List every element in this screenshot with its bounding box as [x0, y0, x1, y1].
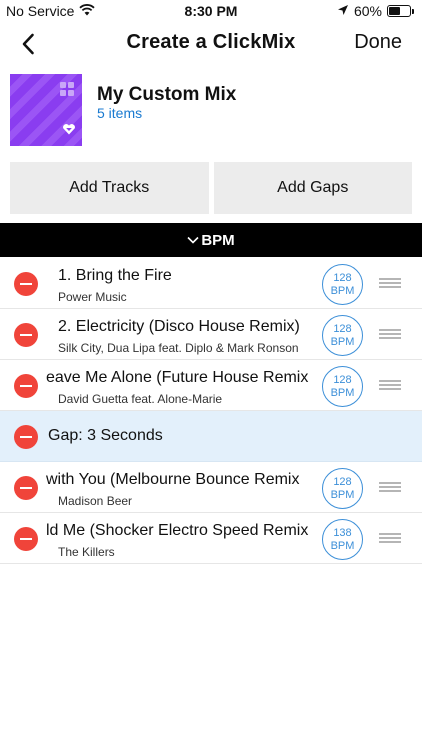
bpm-badge[interactable]: 128 BPM	[322, 264, 363, 305]
drag-handle-icon[interactable]	[379, 482, 401, 492]
bpm-badge[interactable]: 138 BPM	[322, 519, 363, 560]
mix-artwork[interactable]	[10, 74, 82, 146]
bpm-value: 128	[333, 475, 352, 488]
remove-button[interactable]	[14, 425, 38, 449]
track-title: 1. Bring the Fire	[58, 267, 172, 284]
bpm-sort-bar[interactable]: BPM	[0, 223, 422, 257]
drag-handle-icon[interactable]	[379, 329, 401, 339]
remove-button[interactable]	[14, 374, 38, 398]
track-title: ld Me (Shocker Electro Speed Remix	[46, 522, 309, 539]
mix-header: My Custom Mix 5 items	[10, 74, 410, 150]
chevron-down-icon	[187, 236, 199, 244]
bpm-badge[interactable]: 128 BPM	[322, 468, 363, 509]
nav-bar: Create a ClickMix Done	[0, 22, 422, 64]
track-artist: Madison Beer	[58, 494, 133, 508]
drag-handle-icon[interactable]	[379, 278, 401, 288]
track-row[interactable]: ld Me (Shocker Electro Speed Remix The K…	[0, 513, 422, 564]
battery-percent: 60%	[353, 3, 382, 19]
track-title: eave Me Alone (Future House Remix	[46, 369, 309, 386]
remove-button[interactable]	[14, 527, 38, 551]
location-arrow-icon	[337, 3, 349, 19]
track-list: 1. Bring the Fire Power Music 128 BPM 2.…	[0, 258, 422, 564]
remove-button[interactable]	[14, 476, 38, 500]
heart-logo-icon	[62, 122, 76, 140]
drag-handle-icon[interactable]	[379, 533, 401, 543]
track-artist: David Guetta feat. Alone-Marie	[58, 392, 223, 406]
gap-label: Gap: 3 Seconds	[48, 427, 163, 444]
remove-button[interactable]	[14, 272, 38, 296]
bpm-badge[interactable]: 128 BPM	[322, 315, 363, 356]
track-title: 2. Electricity (Disco House Remix)	[58, 318, 300, 335]
bpm-value: 138	[333, 526, 352, 539]
drag-handle-icon[interactable]	[379, 380, 401, 390]
track-row[interactable]: 1. Bring the Fire Power Music 128 BPM	[0, 258, 422, 309]
bpm-unit: BPM	[330, 539, 355, 552]
mix-item-count: 5 items	[97, 105, 143, 121]
battery-icon	[387, 5, 411, 17]
track-row[interactable]: with You (Melbourne Bounce Remix Madison…	[0, 462, 422, 513]
status-right: 60%	[337, 3, 414, 19]
done-button[interactable]: Done	[354, 31, 402, 54]
mix-name[interactable]: My Custom Mix	[97, 84, 236, 106]
bpm-unit: BPM	[330, 386, 355, 399]
track-row[interactable]: 2. Electricity (Disco House Remix) Silk …	[0, 309, 422, 360]
grid-icon	[60, 82, 74, 96]
bpm-unit: BPM	[330, 488, 355, 501]
bpm-value: 128	[333, 373, 352, 386]
remove-button[interactable]	[14, 323, 38, 347]
add-gaps-button[interactable]: Add Gaps	[213, 162, 412, 214]
bpm-sort-label: BPM	[201, 231, 235, 249]
track-artist: Silk City, Dua Lipa feat. Diplo & Mark R…	[58, 341, 299, 355]
track-artist: Power Music	[58, 290, 127, 304]
bpm-value: 128	[333, 271, 352, 284]
action-row: Add Tracks Add Gaps	[10, 162, 412, 214]
bpm-badge[interactable]: 128 BPM	[322, 366, 363, 407]
track-title: with You (Melbourne Bounce Remix	[46, 471, 300, 488]
add-tracks-button[interactable]: Add Tracks	[10, 162, 209, 214]
bpm-value: 128	[333, 322, 352, 335]
status-bar: No Service 8:30 PM 60%	[0, 0, 422, 22]
bpm-unit: BPM	[330, 335, 355, 348]
track-artist: The Killers	[58, 545, 115, 559]
bpm-unit: BPM	[330, 284, 355, 297]
battery-fill	[389, 7, 401, 15]
battery-tip	[412, 8, 414, 14]
track-row[interactable]: eave Me Alone (Future House Remix David …	[0, 360, 422, 411]
gap-row[interactable]: Gap: 3 Seconds	[0, 411, 422, 462]
